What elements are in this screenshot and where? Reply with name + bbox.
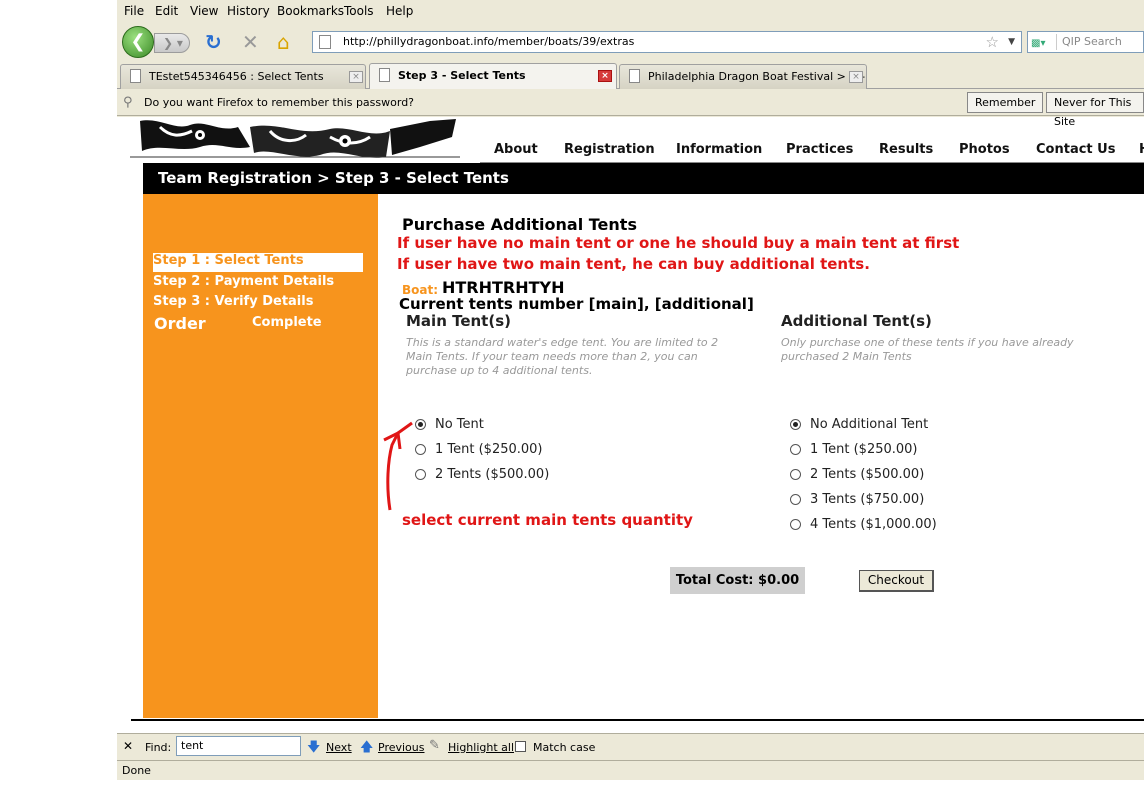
page-icon bbox=[130, 69, 141, 83]
forward-arrow-icon: ❯ ▾ bbox=[163, 36, 183, 50]
nav-results[interactable]: Results bbox=[879, 142, 933, 157]
find-input[interactable]: tent bbox=[176, 736, 301, 756]
menu-help[interactable]: Help bbox=[386, 4, 413, 18]
back-button[interactable]: ❮ bbox=[122, 26, 154, 58]
home-icon[interactable]: ⌂ bbox=[277, 32, 290, 52]
search-placeholder: QIP Search bbox=[1062, 35, 1122, 48]
highlight-all-button[interactable]: Highlight all bbox=[448, 741, 514, 754]
tab-step3[interactable]: Step 3 - Select Tents × bbox=[369, 63, 617, 89]
additional-tents-description: Only purchase one of these tents if you … bbox=[781, 336, 1074, 363]
nav-contact-us[interactable]: Contact Us bbox=[1036, 142, 1115, 157]
close-icon[interactable]: × bbox=[849, 71, 863, 83]
divider bbox=[131, 719, 1144, 721]
checkout-button[interactable]: Checkout bbox=[859, 570, 934, 592]
menu-bookmarks[interactable]: Bookmarks bbox=[277, 4, 344, 18]
tab-testet[interactable]: TEstet545346456 : Select Tents × bbox=[120, 64, 366, 89]
option-label: 2 Tents ($500.00) bbox=[435, 467, 550, 482]
step-3-verify-details[interactable]: Step 3 : Verify Details bbox=[153, 294, 313, 309]
order-label: Order bbox=[154, 314, 206, 333]
tab-title: Philadelphia Dragon Boat Festival > To-.… bbox=[648, 70, 867, 83]
close-icon[interactable]: × bbox=[598, 70, 612, 82]
match-case-checkbox[interactable] bbox=[515, 741, 526, 752]
radio[interactable] bbox=[790, 469, 801, 480]
dragon-logo bbox=[130, 117, 460, 163]
step-2-payment-details[interactable]: Step 2 : Payment Details bbox=[153, 274, 334, 289]
address-bar[interactable]: http://phillydragonboat.info/member/boat… bbox=[312, 31, 1022, 53]
remember-button[interactable]: Remember bbox=[967, 92, 1044, 113]
search-input[interactable]: ▩▾ QIP Search bbox=[1027, 31, 1144, 53]
tents-count-annotation: Current tents number [main], [additional… bbox=[399, 295, 754, 313]
menu-view[interactable]: View bbox=[190, 4, 218, 18]
page-title: Purchase Additional Tents bbox=[402, 215, 637, 234]
nav-h[interactable]: H bbox=[1139, 142, 1144, 157]
main-tents-title: Main Tent(s) bbox=[406, 312, 511, 330]
back-arrow-icon: ❮ bbox=[130, 31, 146, 52]
match-case-label[interactable]: Match case bbox=[533, 741, 595, 754]
close-icon[interactable]: ✕ bbox=[123, 739, 133, 753]
radio[interactable] bbox=[790, 444, 801, 455]
key-icon: ⚲ bbox=[123, 95, 133, 110]
option-label: 1 Tent ($250.00) bbox=[435, 442, 543, 457]
forward-button[interactable]: ❯ ▾ bbox=[154, 33, 190, 53]
nav-about[interactable]: About bbox=[494, 142, 538, 157]
find-label: Find: bbox=[145, 741, 172, 754]
chevron-down-icon[interactable]: ▼ bbox=[1008, 32, 1015, 52]
total-cost: Total Cost: $0.00 bbox=[670, 567, 805, 594]
address-url: http://phillydragonboat.info/member/boat… bbox=[343, 35, 635, 48]
option-label: No Tent bbox=[435, 417, 484, 432]
option-label: 4 Tents ($1,000.00) bbox=[810, 517, 937, 532]
tab-title: Step 3 - Select Tents bbox=[398, 69, 526, 82]
annotation-arrow bbox=[383, 421, 413, 511]
highlighter-icon[interactable]: ✎ bbox=[429, 738, 440, 753]
menu-file[interactable]: File bbox=[124, 4, 144, 18]
stop-icon[interactable]: ✕ bbox=[242, 32, 259, 52]
annotation-additional-tent-rule: If user have two main tent, he can buy a… bbox=[397, 255, 870, 273]
find-next-button[interactable]: Next bbox=[326, 741, 352, 754]
tab-philadelphia[interactable]: Philadelphia Dragon Boat Festival > To-.… bbox=[619, 64, 867, 89]
page-icon bbox=[379, 68, 390, 82]
tab-bar: TEstet545346456 : Select Tents × Step 3 … bbox=[117, 61, 1144, 89]
status-bar: Done bbox=[117, 760, 1144, 780]
find-bar: ✕ Find: tent 🡇 Next 🡅 Previous ✎ Highlig… bbox=[117, 733, 1144, 760]
radio[interactable] bbox=[790, 519, 801, 530]
steps-sidebar: Step 1 : Select Tents Step 2 : Payment D… bbox=[143, 194, 378, 718]
screen: File Edit View History Bookmarks Tools H… bbox=[0, 0, 1144, 800]
option-label: 1 Tent ($250.00) bbox=[810, 442, 918, 457]
menu-tools[interactable]: Tools bbox=[344, 4, 374, 18]
bookmark-star-icon[interactable]: ☆ bbox=[986, 32, 999, 52]
navigation-toolbar: ❮ ❯ ▾ ↻ ✕ ⌂ http://phillydragonboat.info… bbox=[117, 23, 1144, 61]
find-previous-button[interactable]: Previous bbox=[378, 741, 425, 754]
password-notification-bar: ⚲ Do you want Firefox to remember this p… bbox=[117, 89, 1144, 128]
nav-photos[interactable]: Photos bbox=[959, 142, 1010, 157]
menu-history[interactable]: History bbox=[227, 4, 270, 18]
main-tents-description: This is a standard water's edge tent. Yo… bbox=[406, 336, 719, 377]
menu-edit[interactable]: Edit bbox=[155, 4, 178, 18]
complete-label: Complete bbox=[252, 315, 322, 330]
step-1-select-tents[interactable]: Step 1 : Select Tents bbox=[153, 253, 363, 272]
close-icon[interactable]: × bbox=[349, 71, 363, 83]
radio-selected[interactable] bbox=[790, 419, 801, 430]
never-for-site-button[interactable]: Never for This Site bbox=[1046, 92, 1144, 128]
additional-tents-title: Additional Tent(s) bbox=[781, 312, 932, 330]
arrow-up-icon[interactable]: 🡅 bbox=[360, 738, 373, 760]
tab-title: TEstet545346456 : Select Tents bbox=[149, 70, 324, 83]
search-engine-icon[interactable]: ▩▾ bbox=[1031, 34, 1057, 50]
option-label: 3 Tents ($750.00) bbox=[810, 492, 925, 507]
option-label: No Additional Tent bbox=[810, 417, 929, 432]
nav-information[interactable]: Information bbox=[676, 142, 762, 157]
radio[interactable] bbox=[790, 494, 801, 505]
reload-icon[interactable]: ↻ bbox=[205, 32, 222, 52]
nav-practices[interactable]: Practices bbox=[786, 142, 853, 157]
site-navigation: About Registration Information Practices… bbox=[480, 135, 1144, 163]
breadcrumb: Team Registration > Step 3 - Select Tent… bbox=[143, 163, 1144, 194]
annotation-main-tent-rule: If user have no main tent or one he shou… bbox=[397, 234, 960, 252]
menu-bar: File Edit View History Bookmarks Tools H… bbox=[117, 0, 1144, 23]
option-label: 2 Tents ($500.00) bbox=[810, 467, 925, 482]
page-icon bbox=[319, 35, 331, 49]
notification-text: Do you want Firefox to remember this pas… bbox=[144, 96, 415, 109]
annotation-select-main-tents: select current main tents quantity bbox=[402, 511, 693, 529]
arrow-down-icon[interactable]: 🡇 bbox=[307, 738, 320, 760]
nav-registration[interactable]: Registration bbox=[564, 142, 655, 157]
page-icon bbox=[629, 69, 640, 83]
